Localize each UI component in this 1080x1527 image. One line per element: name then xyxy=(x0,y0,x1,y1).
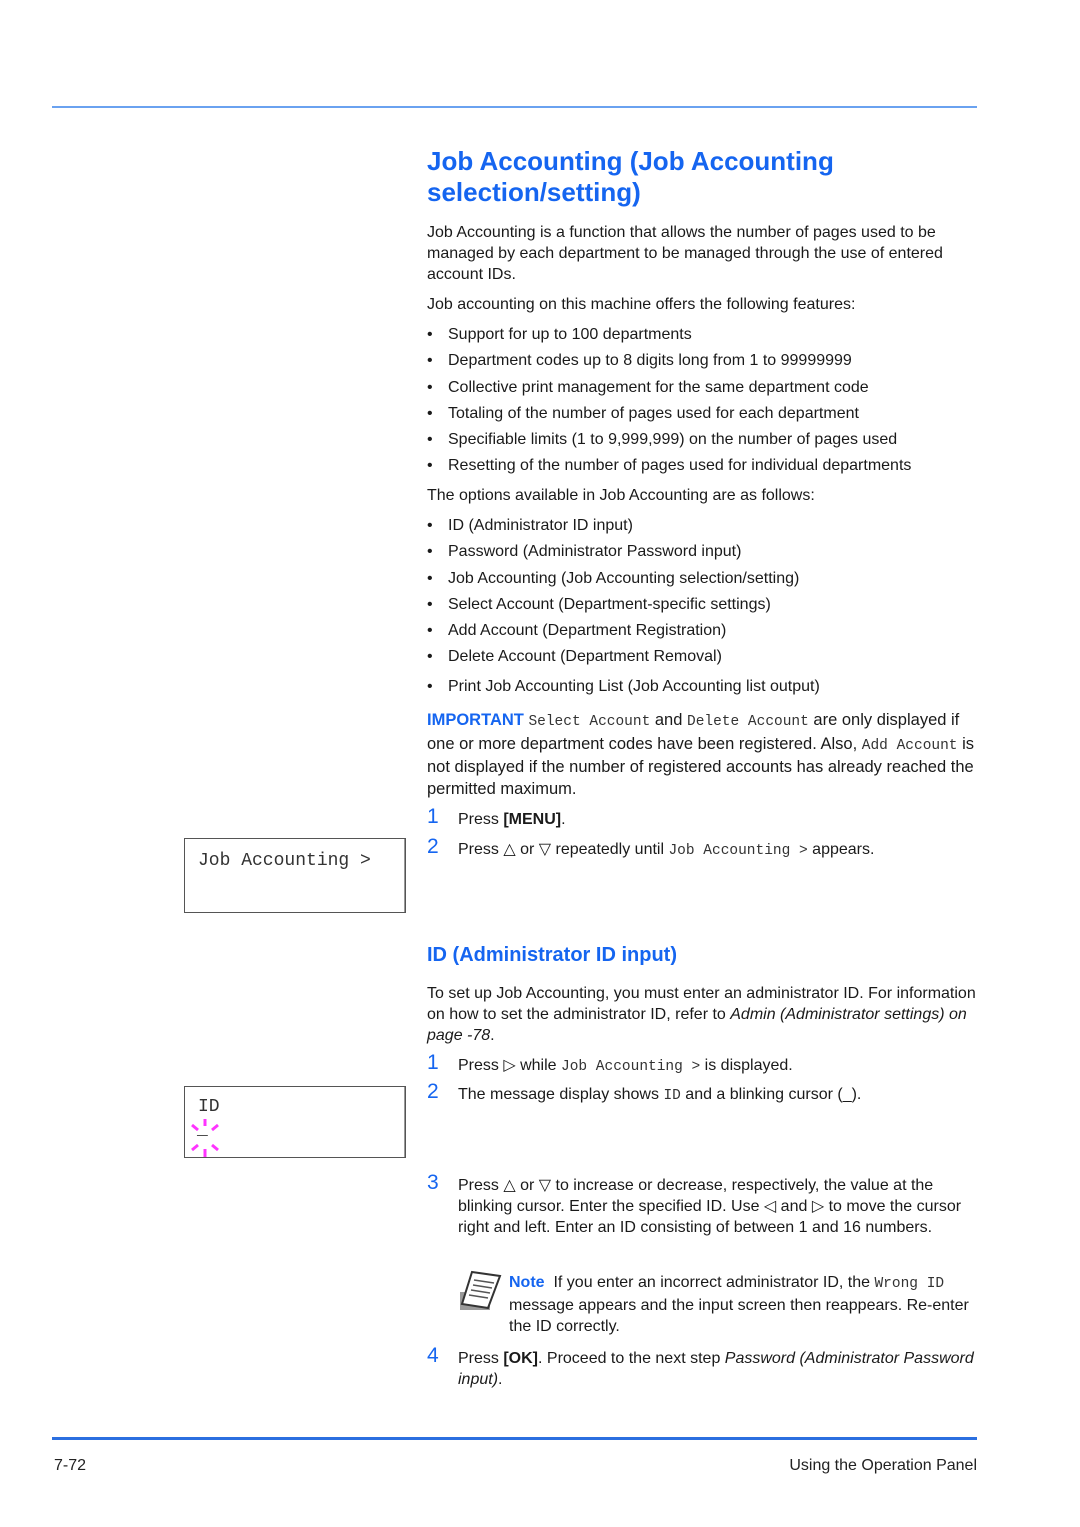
note-icon xyxy=(460,1270,502,1310)
header-rule xyxy=(52,106,977,108)
list-item: • Collective print management for the sam… xyxy=(427,378,869,396)
list-item: • Support for up to 100 departments xyxy=(427,326,692,343)
lcd-display-id: ID _ xyxy=(184,1086,406,1158)
note-box: Note If you enter an incorrect administr… xyxy=(509,1274,969,1335)
options-list: • ID (Administrator ID input) • Password (… xyxy=(427,515,979,702)
list-item: • Select Account (Department-specific set… xyxy=(427,595,771,613)
important-note: IMPORTANT Select Account and Delete Acco… xyxy=(427,711,975,799)
note-label: Note xyxy=(509,1274,545,1291)
list-item: • Totaling of the number of pages used fo… xyxy=(427,404,859,422)
section-intro: To set up Job Accounting, you must enter… xyxy=(427,985,976,1044)
footer-section-title: Using the Operation Panel xyxy=(789,1457,977,1474)
list-item: • Print Job Accounting List (Job Accounti… xyxy=(427,677,820,695)
step-1-press-right: 1 Press ▷ while Job Accounting > is disp… xyxy=(427,1051,793,1075)
list-item: • ID (Administrator ID input) xyxy=(427,517,633,534)
list-item: • Delete Account (Department Removal) xyxy=(427,648,722,666)
lcd-display-job-accounting: Job Accounting > xyxy=(184,838,406,913)
list-item: • Resetting of the number of pages used f… xyxy=(427,457,912,475)
list-item: • Password (Administrator Password input) xyxy=(427,543,742,561)
step-1-menu: 1 Press [MENU]. xyxy=(427,805,566,828)
list-item: • Specifiable limits (1 to 9,999,999) on … xyxy=(427,431,898,449)
list-item: • Department codes up to 8 digits long fr… xyxy=(427,352,852,370)
page-number: 7-72 xyxy=(54,1457,87,1474)
step-3-enter-id: 3 Press △ or ▽ to increase or decrease, … xyxy=(427,1171,962,1236)
step-2-display: 2 The message display shows ID and a bli… xyxy=(427,1080,862,1104)
page-title: Job Accounting (Job Accounting selection… xyxy=(427,146,834,207)
list-item: • Job Accounting (Job Accounting selectio… xyxy=(427,569,800,587)
footer-rule xyxy=(52,1437,977,1440)
features-list: • Support for up to 100 departments • Depa… xyxy=(427,324,979,482)
step-2-scroll: 2 Press △ or ▽ repeatedly until Job Acco… xyxy=(427,835,875,859)
step-4-ok: 4 Press [OK]. Proceed to the next step P… xyxy=(427,1344,974,1388)
list-item: • Add Account (Department Registration) xyxy=(427,622,727,640)
intro-paragraph: Job Accounting is a function that allows… xyxy=(427,224,943,283)
features-intro: Job accounting on this machine offers th… xyxy=(427,296,856,313)
important-label: IMPORTANT xyxy=(427,711,524,729)
section-title-id: ID (Administrator ID input) xyxy=(427,944,677,966)
options-intro: The options available in Job Accounting … xyxy=(427,487,815,504)
blinking-cursor-icon xyxy=(191,1119,219,1157)
